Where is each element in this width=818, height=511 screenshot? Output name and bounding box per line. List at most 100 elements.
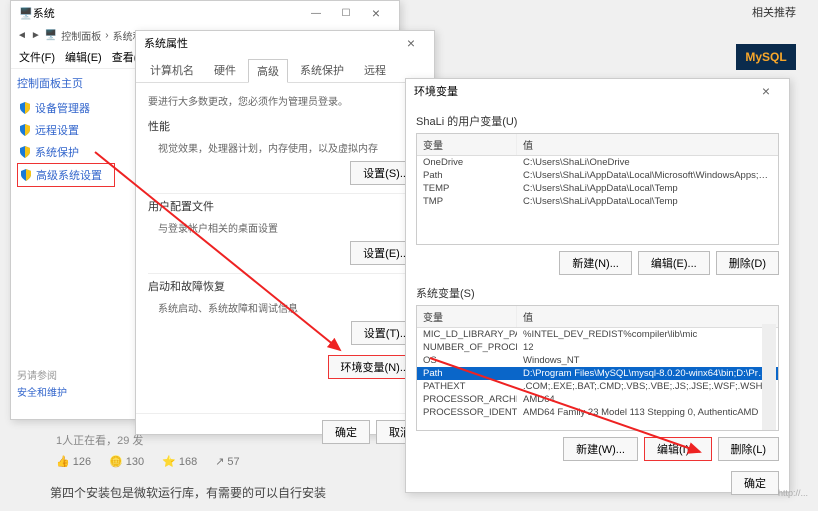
group-title-recovery: 启动和故障恢复 xyxy=(148,278,422,294)
group-title-performance: 性能 xyxy=(148,118,422,134)
breadcrumb-item[interactable]: 控制面板 xyxy=(61,28,101,43)
group-text: 系统启动、系统故障和调试信息 xyxy=(148,298,422,321)
coin-icon: 🪙 xyxy=(109,455,123,468)
var-value: Windows_NT xyxy=(517,355,778,366)
share-stat[interactable]: ↗57 xyxy=(215,455,239,468)
sidebar-item-label: 系统保护 xyxy=(35,144,79,160)
table-row[interactable]: OneDriveC:\Users\ShaLi\OneDrive xyxy=(417,156,778,169)
th-variable: 变量 xyxy=(417,306,517,327)
var-value: C:\Users\ShaLi\OneDrive xyxy=(517,157,778,168)
group-title-profile: 用户配置文件 xyxy=(148,198,422,214)
browsing-count: 1人正在看，29 发 xyxy=(56,432,143,448)
th-variable: 变量 xyxy=(417,134,517,155)
var-name: Path xyxy=(417,170,517,181)
tab-hardware[interactable]: 硬件 xyxy=(206,59,244,82)
table-row[interactable]: PROCESSOR_IDENTIFIERAMD64 Family 23 Mode… xyxy=(417,406,778,419)
minimize-icon[interactable]: — xyxy=(301,4,331,22)
titlebar: 环境变量 × xyxy=(406,79,789,103)
ok-button[interactable]: 确定 xyxy=(731,471,779,495)
close-icon[interactable]: × xyxy=(396,34,426,52)
sidebar-item-label: 远程设置 xyxy=(35,122,79,138)
star-stat[interactable]: ⭐168 xyxy=(162,455,197,468)
table-row[interactable]: TEMPC:\Users\ShaLi\AppData\Local\Temp xyxy=(417,182,778,195)
shield-icon xyxy=(20,169,32,181)
sys-edit-button[interactable]: 编辑(I)... xyxy=(644,437,712,461)
user-new-button[interactable]: 新建(N)... xyxy=(559,251,631,275)
titlebar: 系统属性 × xyxy=(136,31,434,55)
fwd-icon[interactable]: ► xyxy=(31,30,41,41)
user-vars-label: ShaLi 的用户变量(U) xyxy=(416,113,779,129)
security-link[interactable]: 安全和维护 xyxy=(17,382,115,401)
group-text: 视觉效果，处理器计划，内存使用，以及虚拟内存 xyxy=(148,138,422,161)
group-text: 与登录帐户相关的桌面设置 xyxy=(148,218,422,241)
tab-advanced[interactable]: 高级 xyxy=(248,59,288,83)
like-stat[interactable]: 👍126 xyxy=(56,455,91,468)
var-name: MIC_LD_LIBRARY_PATH xyxy=(417,329,517,340)
sys-delete-button[interactable]: 删除(L) xyxy=(718,437,779,461)
sidebar-item-remote[interactable]: 远程设置 xyxy=(17,119,115,141)
back-icon[interactable]: ◄ xyxy=(17,30,27,41)
tabs: 计算机名 硬件 高级 系统保护 远程 xyxy=(136,55,434,83)
sidebar-item-protection[interactable]: 系统保护 xyxy=(17,141,115,163)
titlebar: 🖥️ 系统 — ☐ × xyxy=(11,1,399,25)
var-name: OneDrive xyxy=(417,157,517,168)
var-name: NUMBER_OF_PROCESSORS xyxy=(417,342,517,353)
tab-protection[interactable]: 系统保护 xyxy=(292,59,352,82)
see-also-label: 另请参阅 xyxy=(17,367,115,382)
system-properties-window: 系统属性 × 计算机名 硬件 高级 系统保护 远程 要进行大多数更改，您必须作为… xyxy=(135,30,435,435)
menu-file[interactable]: 文件(F) xyxy=(19,49,55,65)
table-row[interactable]: PATHEXT.COM;.EXE;.BAT;.CMD;.VBS;.VBE;.JS… xyxy=(417,380,778,393)
star-icon: ⭐ xyxy=(162,455,176,468)
video-description: 第四个安装包是微软运行库，有需要的可以自行安装 xyxy=(50,484,326,501)
window-title: 环境变量 xyxy=(414,83,458,99)
app-icon: 🖥️ xyxy=(19,7,33,20)
var-value: AMD64 Family 23 Model 113 Stepping 0, Au… xyxy=(517,407,778,418)
sidebar-item-advanced[interactable]: 高级系统设置 xyxy=(17,163,115,187)
th-value: 值 xyxy=(517,306,778,327)
sidebar-item-label: 高级系统设置 xyxy=(36,167,102,183)
mysql-logo: MySQL xyxy=(736,44,796,70)
var-name: TEMP xyxy=(417,183,517,194)
var-name: Path xyxy=(417,368,517,379)
window-title: 系统属性 xyxy=(144,35,188,51)
close-icon[interactable]: × xyxy=(361,4,391,22)
window-title: 系统 xyxy=(33,5,55,21)
table-row[interactable]: MIC_LD_LIBRARY_PATH%INTEL_DEV_REDIST%com… xyxy=(417,328,778,341)
stats-bar: 👍126 🪙130 ⭐168 ↗57 xyxy=(56,455,240,468)
table-row[interactable]: PROCESSOR_ARCHITECT...AMD64 xyxy=(417,393,778,406)
env-vars-window: 环境变量 × ShaLi 的用户变量(U) 变量 值 OneDriveC:\Us… xyxy=(405,78,790,493)
maximize-icon[interactable]: ☐ xyxy=(331,4,361,22)
var-name: PROCESSOR_IDENTIFIER xyxy=(417,407,517,418)
var-value: .COM;.EXE;.BAT;.CMD;.VBS;.VBE;.JS;.JSE;.… xyxy=(517,381,778,392)
ok-button[interactable]: 确定 xyxy=(322,420,370,444)
user-delete-button[interactable]: 删除(D) xyxy=(716,251,779,275)
shield-icon xyxy=(19,124,31,136)
scrollbar[interactable] xyxy=(762,324,776,430)
user-vars-table[interactable]: 变量 值 OneDriveC:\Users\ShaLi\OneDrivePath… xyxy=(416,133,779,245)
sidebar: 控制面板主页 设备管理器 远程设置 系统保护 高级系统设置 另请参阅 安全和维护 xyxy=(11,69,121,409)
sys-new-button[interactable]: 新建(W)... xyxy=(563,437,638,461)
table-row[interactable]: PathC:\Users\ShaLi\AppData\Local\Microso… xyxy=(417,169,778,182)
sidebar-item-device-manager[interactable]: 设备管理器 xyxy=(17,97,115,119)
var-value: %INTEL_DEV_REDIST%compiler\lib\mic xyxy=(517,329,778,340)
sys-vars-table[interactable]: 变量 值 MIC_LD_LIBRARY_PATH%INTEL_DEV_REDIS… xyxy=(416,305,779,431)
coin-stat[interactable]: 🪙130 xyxy=(109,455,144,468)
var-value: D:\Program Files\MySQL\mysql-8.0.20-winx… xyxy=(517,368,778,379)
var-value: C:\Users\ShaLi\AppData\Local\Microsoft\W… xyxy=(517,170,778,181)
menu-edit[interactable]: 编辑(E) xyxy=(65,49,102,65)
user-edit-button[interactable]: 编辑(E)... xyxy=(638,251,710,275)
table-row[interactable]: OSWindows_NT xyxy=(417,354,778,367)
tab-computer-name[interactable]: 计算机名 xyxy=(142,59,202,82)
table-row[interactable]: PathD:\Program Files\MySQL\mysql-8.0.20-… xyxy=(417,367,778,380)
var-value: 12 xyxy=(517,342,778,353)
table-row[interactable]: TMPC:\Users\ShaLi\AppData\Local\Temp xyxy=(417,195,778,208)
close-icon[interactable]: × xyxy=(751,82,781,100)
var-name: TMP xyxy=(417,196,517,207)
sidebar-title: 控制面板主页 xyxy=(17,75,115,91)
tab-remote[interactable]: 远程 xyxy=(356,59,394,82)
table-row[interactable]: NUMBER_OF_PROCESSORS12 xyxy=(417,341,778,354)
var-value: AMD64 xyxy=(517,394,778,405)
url-hint: http://... xyxy=(778,488,808,498)
var-value: C:\Users\ShaLi\AppData\Local\Temp xyxy=(517,196,778,207)
admin-note: 要进行大多数更改，您必须作为管理员登录。 xyxy=(148,91,422,114)
